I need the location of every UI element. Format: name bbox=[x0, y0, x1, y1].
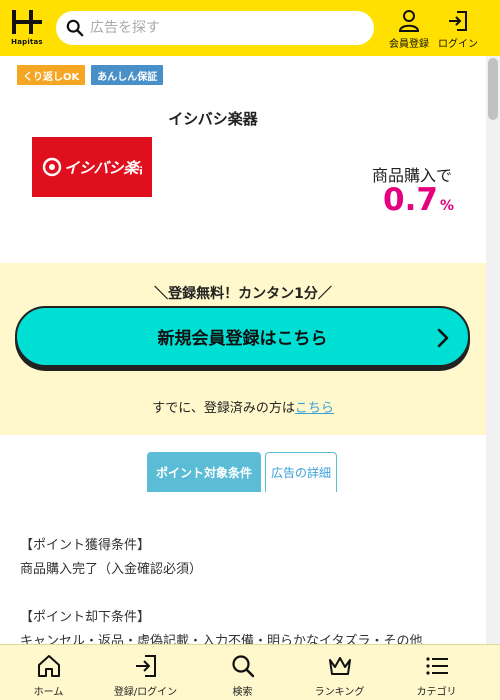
user-icon bbox=[398, 10, 420, 32]
nav-category-label: カテゴリ bbox=[416, 687, 457, 698]
scrollbar-track[interactable] bbox=[486, 56, 500, 644]
bottom-nav: ホーム 登録/ログイン 検索 ランキング カテゴリ bbox=[0, 644, 500, 700]
tab-point-conditions[interactable]: ポイント対象条件 bbox=[147, 452, 261, 492]
already-text: すでに、登録済みの方は bbox=[152, 401, 295, 416]
nav-search[interactable]: 検索 bbox=[194, 645, 291, 700]
store-name: イシバシ楽器 bbox=[168, 110, 258, 128]
search-box[interactable] bbox=[56, 11, 374, 45]
login-icon bbox=[135, 655, 156, 677]
nav-category[interactable]: カテゴリ bbox=[388, 645, 485, 700]
store-logo-mark: イシバシ楽器 bbox=[42, 157, 142, 177]
register-subtitle: ＼登録無料！カンタン1分／ bbox=[0, 283, 486, 303]
nav-search-label: 検索 bbox=[232, 687, 253, 698]
crown-icon bbox=[328, 657, 351, 675]
already-registered: すでに、登録済みの方はこちら bbox=[0, 397, 486, 416]
acquire-title: 【ポイント獲得条件】 bbox=[20, 538, 151, 553]
store-logo-text: イシバシ楽器 bbox=[64, 159, 142, 177]
register-button[interactable]: 新規会員登録はこちら bbox=[15, 306, 470, 367]
acquire-text: 商品購入完了（入金確認必須） bbox=[20, 562, 203, 577]
search-icon bbox=[66, 19, 84, 37]
hapitas-logo-mark bbox=[12, 10, 42, 34]
register-subtitle-text: 登録無料！カンタン1分 bbox=[168, 286, 318, 302]
nav-login[interactable]: 登録/ログイン bbox=[97, 645, 194, 700]
login-header-label: ログイン bbox=[438, 39, 478, 50]
repeat-ok-badge: くり返しOK bbox=[17, 65, 86, 85]
nav-home[interactable]: ホーム bbox=[0, 645, 97, 700]
nav-ranking[interactable]: ランキング bbox=[291, 645, 388, 700]
point-rate: 0.7% bbox=[360, 182, 454, 218]
guarantee-badge: あんしん保証 bbox=[91, 65, 164, 85]
tab-ad-details[interactable]: 広告の詳細 bbox=[265, 452, 337, 492]
search-input[interactable] bbox=[90, 20, 360, 36]
list-icon bbox=[425, 657, 448, 675]
login-icon bbox=[449, 11, 467, 31]
register-button-label: 新規会員登録はこちら bbox=[157, 329, 328, 349]
home-icon bbox=[37, 655, 60, 677]
badges: くり返しOK あんしん保証 bbox=[17, 65, 164, 85]
reject-title: 【ポイント却下条件】 bbox=[20, 610, 151, 625]
logo-text: Hapitas bbox=[11, 38, 43, 46]
register-header-button[interactable]: 会員登録 bbox=[388, 9, 430, 50]
rate-value: 0.7 bbox=[383, 182, 438, 218]
slash-right: ／ bbox=[317, 286, 332, 302]
conditions-content: 【ポイント獲得条件】 商品購入完了（入金確認必須） 【ポイント却下条件】 キャン… bbox=[20, 534, 470, 654]
nav-login-label: 登録/ログイン bbox=[113, 687, 178, 698]
hapitas-logo[interactable]: Hapitas bbox=[8, 6, 46, 50]
login-header-button[interactable]: ログイン bbox=[436, 9, 480, 50]
page: Hapitas 会員登録 ログイン bbox=[0, 0, 500, 700]
search-icon bbox=[231, 655, 254, 678]
chevron-right-icon bbox=[437, 328, 449, 348]
store-logo: イシバシ楽器 bbox=[32, 137, 152, 197]
nav-home-label: ホーム bbox=[33, 687, 64, 698]
nav-ranking-label: ランキング bbox=[314, 687, 365, 698]
login-link[interactable]: こちら bbox=[295, 401, 334, 416]
register-section: ＼登録無料！カンタン1分／ 新規会員登録はこちら すでに、登録済みの方はこちら bbox=[0, 263, 486, 435]
header: Hapitas 会員登録 ログイン bbox=[0, 0, 500, 56]
register-header-label: 会員登録 bbox=[389, 39, 429, 50]
rate-unit: % bbox=[439, 198, 454, 214]
slash-left: ＼ bbox=[154, 286, 169, 302]
detail-tabs: ポイント対象条件 広告の詳細 bbox=[147, 452, 337, 492]
scrollbar-thumb[interactable] bbox=[488, 58, 498, 120]
